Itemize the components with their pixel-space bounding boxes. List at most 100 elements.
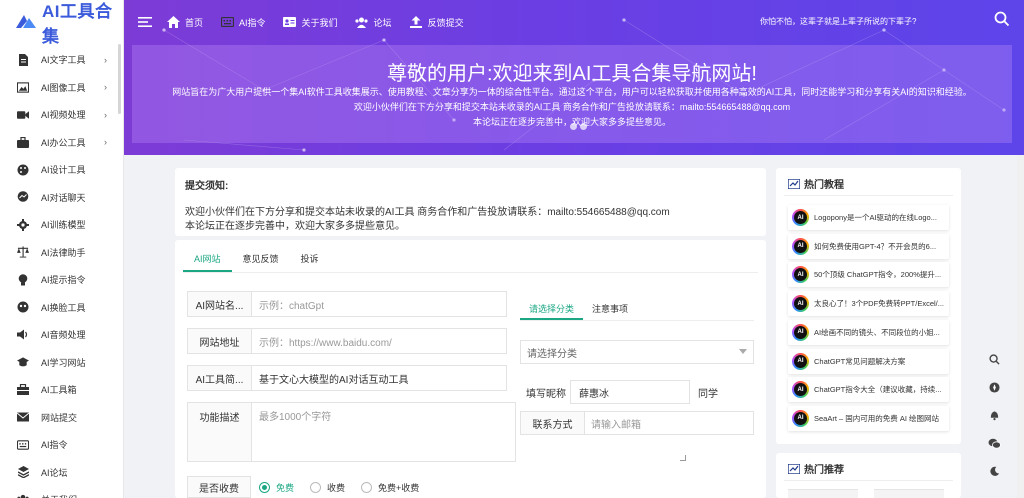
sidebar-item[interactable]: AI音频处理	[0, 321, 123, 349]
menu-toggle-button[interactable]	[138, 16, 152, 28]
logo-text: AI工具合集	[42, 2, 113, 46]
slogan-text: 你怕不怕，这辈子就是上辈子所说的下辈子?	[760, 17, 917, 26]
sidebar: AI工具合集 AI文字工具 › AI图像工具 › AI视频处理 › AI办公工具 › A…	[0, 0, 124, 498]
topnav-item-label: 首页	[185, 17, 204, 28]
users-icon	[355, 16, 369, 28]
textarea-resize-handle[interactable]	[680, 455, 686, 461]
sidebar-item[interactable]: AI换脸工具	[0, 294, 123, 322]
fee-radio-paid[interactable]: 收费	[310, 481, 345, 494]
sidebar-item[interactable]: 网站提交	[0, 404, 123, 432]
home-icon	[166, 16, 180, 28]
hot-tutorial-item[interactable]: AI Logopony是一个AI驱动的在线Logo...	[788, 205, 949, 230]
submit-notice-card: 提交须知: 欢迎小伙伴们在下方分享和提交本站未收录的AI工具 商务合作和广告投放…	[175, 168, 766, 236]
tab-feedback[interactable]: 意见反馈	[232, 248, 290, 272]
dark-mode-button[interactable]	[985, 457, 1003, 485]
category-select[interactable]: 请选择分类	[520, 340, 754, 364]
lightbulb-icon	[17, 273, 29, 286]
keyboard-icon	[220, 16, 234, 28]
site-logo[interactable]: AI工具合集	[0, 0, 123, 46]
submit-form-card: AI网站 意见反馈 投诉 AI网站名... 示例：chatGpt 网站地址 示例…	[175, 240, 766, 498]
search-tool-button[interactable]	[985, 345, 1003, 373]
sidebar-item[interactable]: 关于我们	[0, 486, 123, 498]
hot-tutorial-title: SeaArt – 国内可用的免费 AI 绘图网站	[814, 413, 940, 423]
gear-icon	[17, 218, 29, 231]
sidebar-item[interactable]: AI训练模型	[0, 211, 123, 239]
sidebar-item-label: AI文字工具	[41, 55, 86, 66]
tab-ai-website[interactable]: AI网站	[183, 248, 232, 272]
sidebar-item[interactable]: AI办公工具 ›	[0, 129, 123, 157]
tab-complaint[interactable]: 投诉	[290, 248, 330, 272]
hot-tutorial-item[interactable]: AI 太良心了！3个PDF免费转PPT/Excel/...	[788, 291, 949, 317]
sidebar-item[interactable]: AI提示指令	[0, 266, 123, 294]
wechat-tool-button[interactable]	[985, 429, 1003, 457]
recommend-item[interactable]	[874, 489, 944, 498]
sidebar-item[interactable]: AI视频处理 ›	[0, 101, 123, 129]
sidebar-item[interactable]: AI论坛	[0, 459, 123, 487]
page-scrollbar[interactable]	[1017, 155, 1024, 498]
topnav-item[interactable]: AI指令	[220, 16, 266, 29]
scale-icon	[17, 246, 29, 258]
nickname-label: 填写昵称	[526, 388, 566, 400]
sidebar-item-label: AI工具箱	[41, 385, 77, 396]
hot-tutorial-item[interactable]: AI SeaArt – 国内可用的免费 AI 绘图网站	[788, 405, 949, 431]
hot-tutorials-header: 热门教程	[788, 176, 844, 191]
sidebar-nav: AI文字工具 › AI图像工具 › AI视频处理 › AI办公工具 › AI设计工具 A…	[0, 44, 123, 498]
chevron-right-icon: ›	[104, 109, 107, 120]
ai-avatar-icon: AI	[792, 409, 809, 427]
notification-tool-button[interactable]	[985, 401, 1003, 429]
logo-icon	[14, 11, 38, 33]
sidebar-scrollbar[interactable]	[118, 44, 121, 114]
description-textarea[interactable]: 最多1000个字符	[252, 403, 515, 461]
topnav-item[interactable]: 关于我们	[283, 16, 338, 29]
tab-notes[interactable]: 注意事项	[583, 298, 637, 320]
sidebar-item-label: AI指令	[41, 440, 68, 451]
hot-tutorial-item[interactable]: AI ChatGPT常见问题解决方案	[788, 348, 949, 374]
contact-input[interactable]: 请输入邮箱	[585, 412, 753, 434]
sidebar-item[interactable]: AI对话聊天	[0, 184, 123, 212]
sidebar-item[interactable]: AI学习网站	[0, 349, 123, 377]
hot-tutorial-item[interactable]: AI 如何免费使用GPT-4？不开会员的6...	[788, 233, 949, 259]
sidebar-item[interactable]: AI指令	[0, 431, 123, 459]
ai-avatar-icon: AI	[792, 295, 809, 313]
carousel-dot[interactable]	[570, 123, 577, 130]
tool-intro-label: AI工具简...	[188, 366, 252, 390]
hero-carousel: 尊敬的用户:欢迎来到AI工具合集导航网站! 网站旨在为广大用户提供一个集AI软件…	[132, 45, 1012, 143]
sidebar-item-label: AI学习网站	[41, 357, 86, 368]
site-url-row: 网站地址 示例：https://www.baidu.com/	[187, 328, 507, 354]
site-url-input[interactable]: 示例：https://www.baidu.com/	[252, 329, 506, 353]
notice-title: 提交须知:	[185, 181, 229, 192]
hot-tutorials-title: 热门教程	[804, 180, 844, 191]
compass-tool-button[interactable]	[985, 373, 1003, 401]
ai-avatar-icon: AI	[792, 323, 809, 341]
sidebar-item[interactable]: AI图像工具 ›	[0, 74, 123, 102]
sidebar-item[interactable]: AI文字工具 ›	[0, 46, 123, 74]
hot-tutorial-item[interactable]: AI 50个顶级 ChatGPT指令，200%提升...	[788, 262, 949, 288]
chevron-down-icon	[739, 349, 747, 354]
carousel-dots	[570, 123, 587, 130]
sidebar-item-label: AI训练模型	[41, 220, 86, 231]
fee-radio-free[interactable]: 免费	[259, 481, 294, 494]
hot-tutorial-item[interactable]: AI ChatGPT指令大全（建议收藏，持续...	[788, 377, 949, 403]
topnav-item[interactable]: 反馈提交	[409, 16, 464, 29]
search-icon	[988, 353, 1000, 365]
topnav-item[interactable]: 论坛	[355, 16, 392, 29]
wechat-icon	[988, 438, 1001, 449]
tool-intro-input[interactable]: 基于文心大模型的AI对话互动工具	[252, 366, 506, 390]
site-name-input[interactable]: 示例：chatGpt	[252, 292, 506, 316]
hot-tutorial-title: ChatGPT指令大全（建议收藏，持续...	[814, 385, 942, 395]
hot-tutorial-item[interactable]: AI AI绘画不同的镜头、不同段位的小姐...	[788, 319, 949, 345]
nickname-input[interactable]: 薛惠冰	[570, 380, 690, 404]
mask-icon	[17, 301, 29, 313]
topnav-item[interactable]: 首页	[166, 16, 203, 29]
sidebar-item-label: 关于我们	[41, 493, 77, 498]
sidebar-item[interactable]: AI设计工具	[0, 156, 123, 184]
sidebar-item-label: AI对话聊天	[41, 192, 86, 203]
sidebar-item[interactable]: AI工具箱	[0, 376, 123, 404]
carousel-dot[interactable]	[580, 123, 587, 130]
search-button[interactable]	[994, 11, 1010, 30]
tab-select-category[interactable]: 请选择分类	[520, 298, 584, 320]
fee-radio-freemium[interactable]: 免费+收费	[361, 481, 419, 494]
sidebar-item[interactable]: AI法律助手	[0, 239, 123, 267]
recommend-item[interactable]	[788, 489, 858, 498]
sidebar-item-label: AI图像工具	[41, 82, 86, 93]
